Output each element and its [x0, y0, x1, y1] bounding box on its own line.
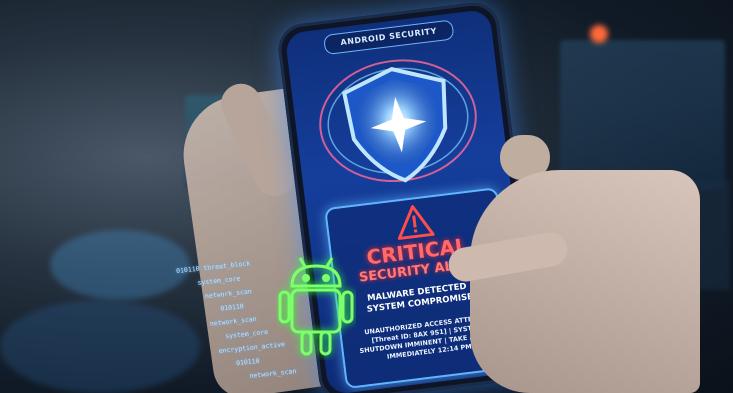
android-robot-icon [278, 257, 354, 356]
code-line: 010110 [219, 302, 245, 313]
code-line: 010110 [235, 356, 260, 368]
code-line: network_scan [204, 287, 253, 301]
code-line: system_core [197, 274, 241, 287]
code-line: network_scan [249, 367, 297, 381]
bokeh-light [590, 25, 608, 43]
code-line: network_scan [209, 314, 258, 328]
right-hand [470, 170, 700, 393]
warning-icon [397, 205, 435, 240]
shield-icon [319, 59, 477, 183]
photo-scene: ANDROID SECURITY CRITICAL SECURITY ALERT… [0, 0, 733, 393]
background-monitor-right [560, 40, 725, 190]
code-line: system_core [224, 327, 269, 341]
